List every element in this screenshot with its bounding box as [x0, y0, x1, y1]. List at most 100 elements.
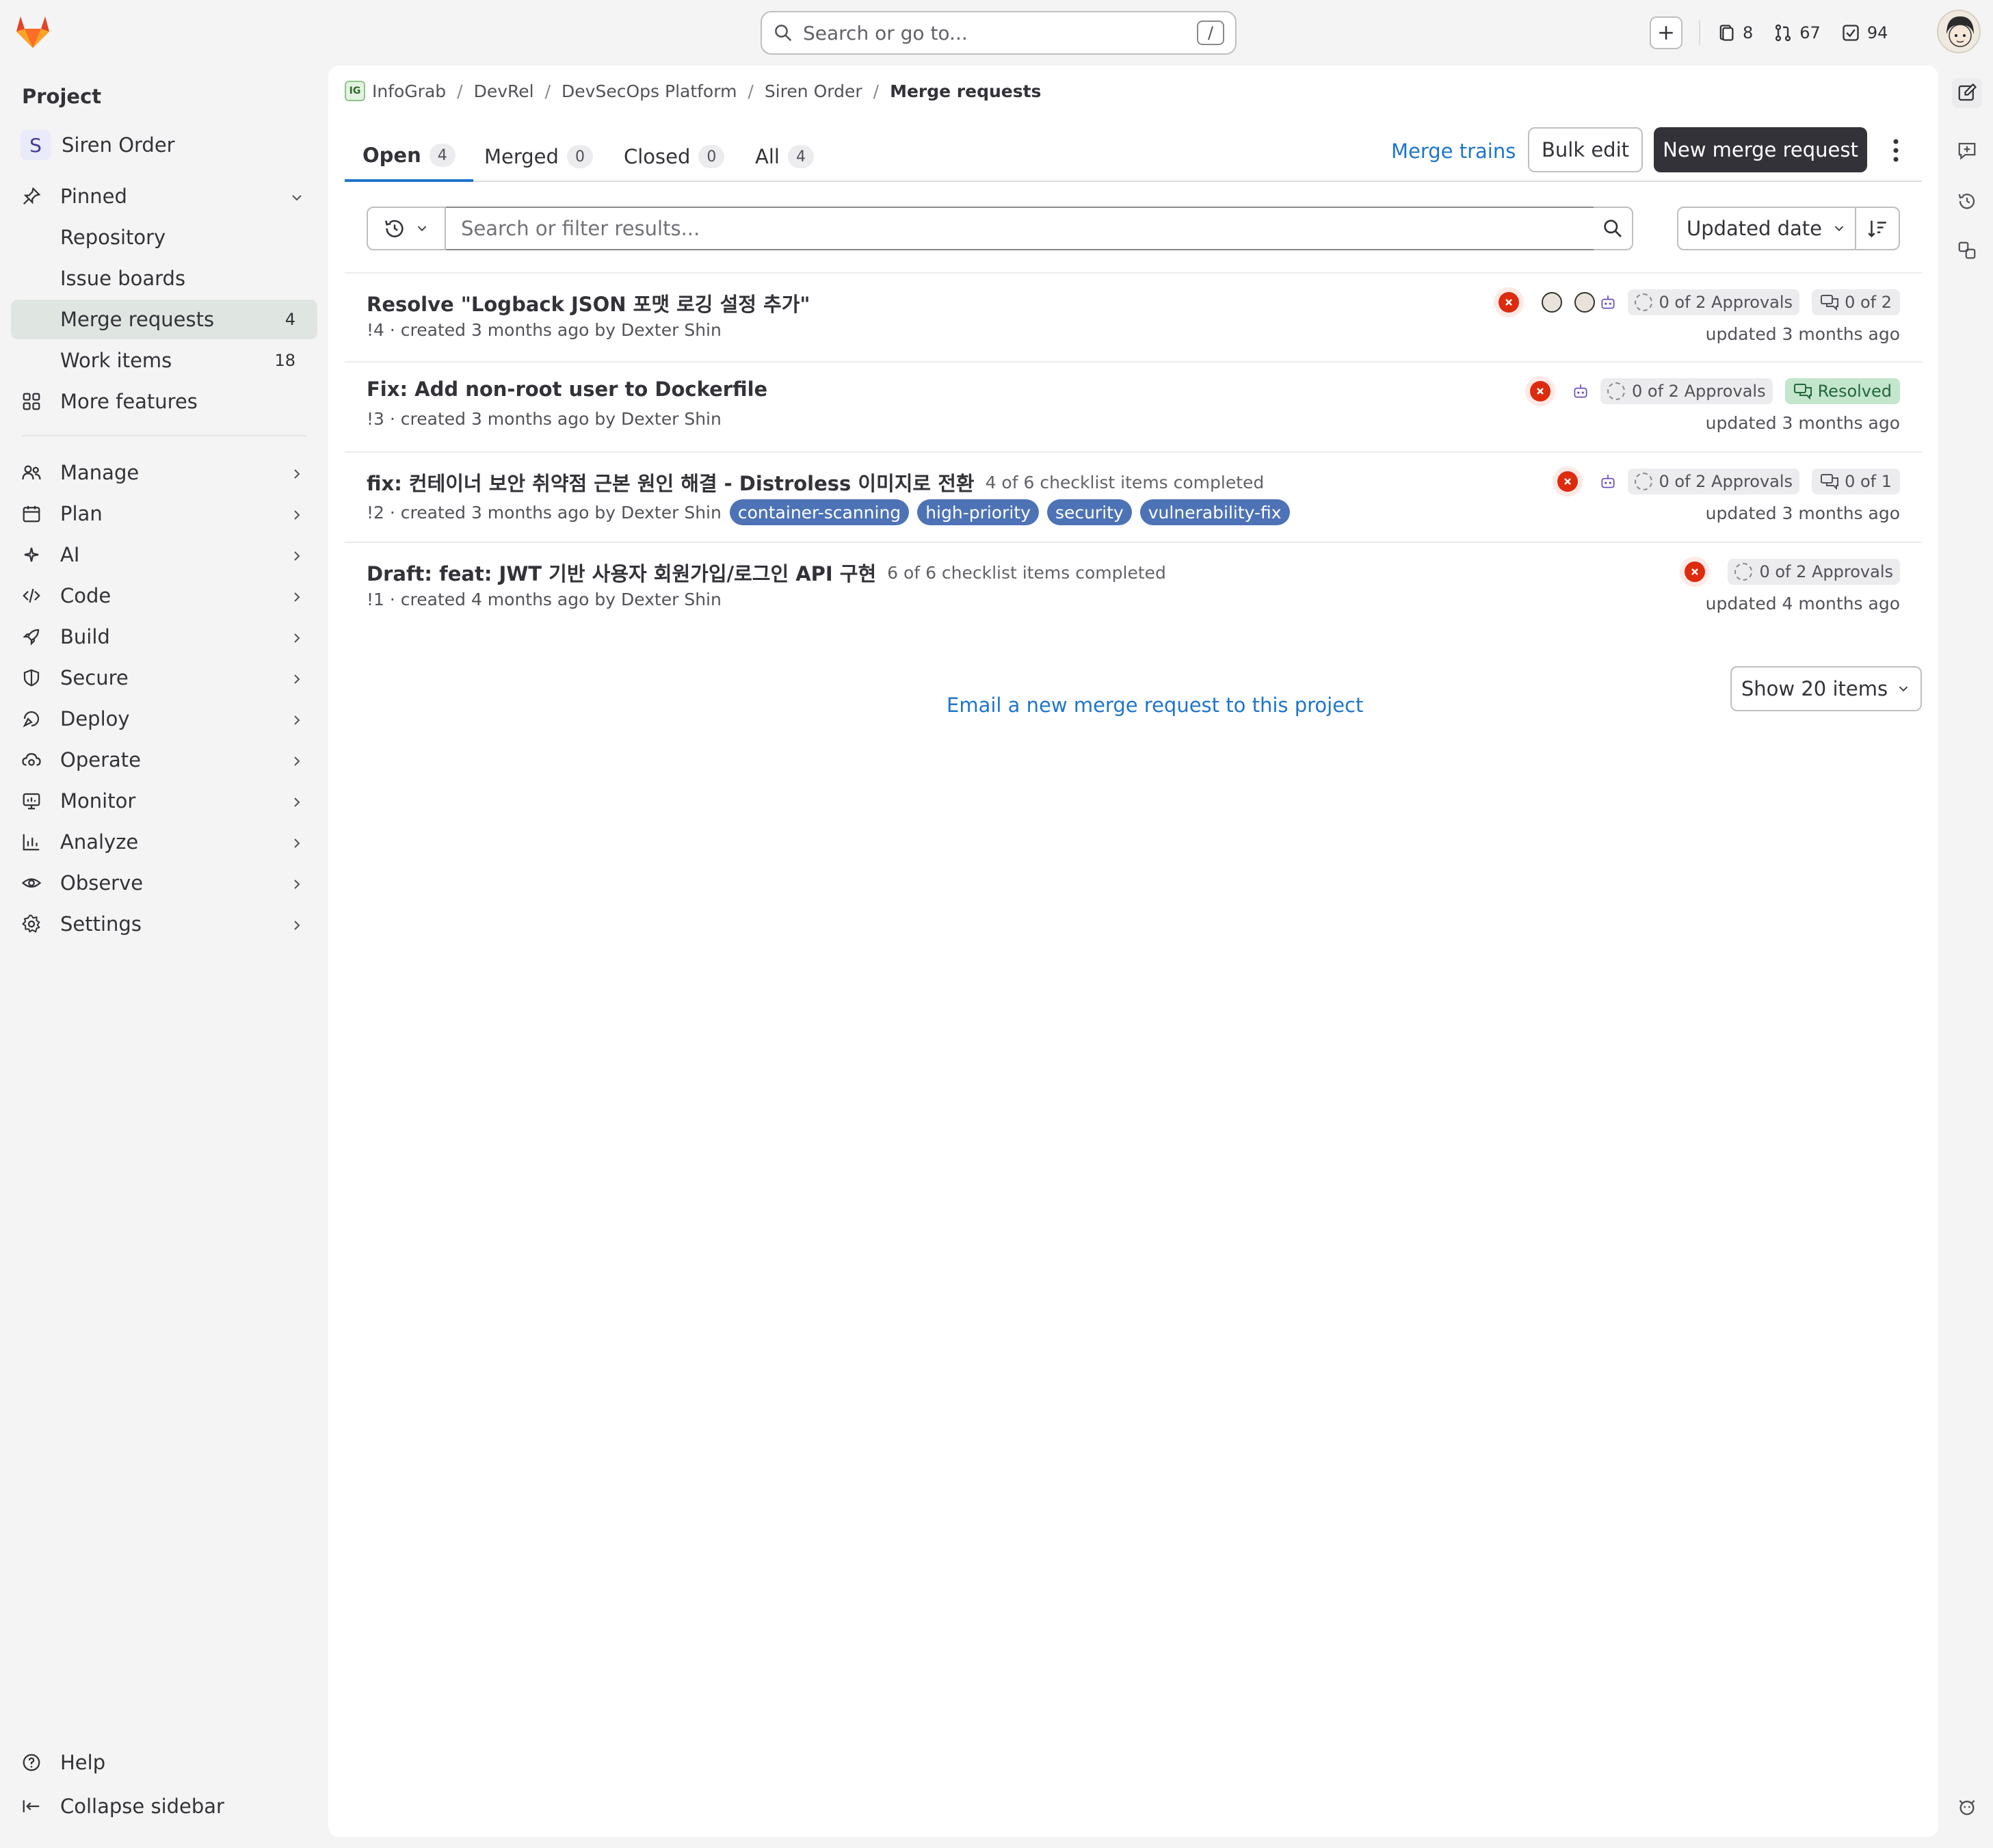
recent-searches-button[interactable] [367, 207, 446, 250]
table-row: fix: 컨테이너 보안 취약점 근본 원인 해결 - Distroless 이… [345, 453, 1922, 543]
tab-all[interactable]: All 4 [737, 131, 832, 182]
merge-request-list: Resolve "Logback JSON 포맷 로깅 설정 추가" !4 · … [345, 272, 1922, 633]
filter-bar: Search or filter results... [367, 207, 1633, 250]
sidebar-item-manage[interactable]: Manage [11, 453, 317, 492]
global-search-input[interactable]: Search or go to... / [761, 11, 1237, 55]
filter-search-input[interactable]: Search or filter results... [446, 207, 1624, 250]
sidebar-item-deploy[interactable]: Deploy [11, 699, 317, 739]
sort-by-dropdown[interactable]: Updated date [1677, 207, 1856, 250]
mr-title-link[interactable]: Draft: feat: JWT 기반 사용자 회원가입/로그인 API 구현 [367, 558, 876, 587]
mr-title-link[interactable]: fix: 컨테이너 보안 취약점 근본 원인 해결 - Distroless 이… [367, 468, 975, 497]
comments-badge[interactable]: 0 of 2 [1812, 289, 1900, 315]
breadcrumb-item[interactable]: DevRel [474, 81, 534, 101]
sort-direction-button[interactable] [1855, 207, 1900, 250]
breadcrumb-current[interactable]: Merge requests [890, 81, 1041, 101]
user-avatar[interactable] [1937, 10, 1981, 53]
sidebar-item-label: Analyze [60, 830, 139, 854]
sidebar-item-secure[interactable]: Secure [11, 658, 317, 698]
sidebar-item-plan[interactable]: Plan [11, 494, 317, 533]
sidebar-item-repository[interactable]: Repository [11, 217, 317, 257]
help-button[interactable]: Help [11, 1743, 317, 1782]
comments-badge[interactable]: 0 of 1 [1812, 468, 1900, 494]
approval-pending-icon [1634, 473, 1652, 490]
pipeline-failed-icon[interactable] [1493, 287, 1524, 317]
sidebar-item-settings[interactable]: Settings [11, 904, 317, 944]
review-comments-icon[interactable] [1953, 137, 1981, 164]
merge-trains-link[interactable]: Merge trains [1391, 129, 1516, 174]
chevron-right-icon [289, 874, 305, 897]
snippet-icon[interactable] [1953, 237, 1981, 264]
sidebar-item-ai[interactable]: AI [11, 535, 317, 575]
sidebar-item-code[interactable]: Code [11, 576, 317, 616]
label-badge[interactable]: container-scanning [729, 499, 910, 525]
email-new-mr-link[interactable]: Email a new merge request to this projec… [947, 694, 1363, 717]
issues-counter-button[interactable]: 8 [1717, 23, 1753, 42]
pipeline-failed-icon[interactable] [1552, 466, 1583, 497]
resolved-badge[interactable]: Resolved [1784, 378, 1900, 404]
approvals-badge[interactable]: 0 of 2 Approvals [1728, 559, 1900, 585]
history-icon[interactable] [1953, 187, 1981, 215]
sparkle-icon [21, 544, 42, 566]
approvals-badge[interactable]: 0 of 2 Approvals [1627, 289, 1800, 315]
sidebar-item-observe[interactable]: Observe [11, 863, 317, 903]
pipeline-failed-icon[interactable] [1680, 557, 1711, 587]
chart-icon [21, 831, 42, 853]
tab-merged[interactable]: Merged 0 [466, 131, 611, 182]
approvals-badge[interactable]: 0 of 2 Approvals [1600, 378, 1773, 404]
page-size-dropdown[interactable]: Show 20 items [1730, 666, 1922, 711]
edit-icon[interactable] [1952, 78, 1982, 108]
label-badge[interactable]: high-priority [917, 499, 1039, 525]
tab-label: All [755, 145, 780, 168]
sidebar-item-operate[interactable]: Operate [11, 740, 317, 780]
chevron-down-icon [1834, 226, 1844, 232]
assignee-avatar[interactable] [1541, 292, 1562, 313]
label-badge[interactable]: vulnerability-fix [1139, 499, 1290, 525]
sidebar-item-build[interactable]: Build [11, 617, 317, 657]
table-row: Resolve "Logback JSON 포맷 로깅 설정 추가" !4 · … [345, 272, 1922, 362]
sidebar-item-merge-requests[interactable]: Merge requests 4 [11, 300, 317, 339]
mr-updated: updated 4 months ago [1705, 594, 1900, 613]
sidebar: Project S Siren Order Pinned Repository … [0, 66, 328, 1848]
mr-title-link[interactable]: Fix: Add non-root user to Dockerfile [367, 378, 767, 401]
mr-title-link[interactable]: Resolve "Logback JSON 포맷 로깅 설정 추가" [367, 289, 810, 317]
breadcrumb-item[interactable]: InfoGrab [372, 81, 446, 101]
merge-requests-counter-button[interactable]: 67 [1773, 23, 1821, 42]
more-actions-icon[interactable] [1882, 134, 1910, 167]
sidebar-item-work-items[interactable]: Work items 18 [11, 341, 317, 380]
approvals-badge[interactable]: 0 of 2 Approvals [1627, 468, 1800, 494]
duo-chat-icon[interactable] [1953, 1793, 1981, 1821]
pipeline-failed-icon[interactable] [1525, 376, 1556, 406]
calendar-icon [21, 503, 42, 525]
tab-closed[interactable]: Closed 0 [606, 131, 742, 182]
create-new-button[interactable] [1650, 16, 1682, 49]
todos-counter-button[interactable]: 94 [1841, 23, 1888, 42]
comments-icon [1821, 474, 1839, 490]
reviewer-avatar[interactable] [1574, 292, 1595, 313]
help-label: Help [60, 1751, 106, 1774]
merge-requests-count: 67 [1799, 23, 1821, 42]
sidebar-item-analyze[interactable]: Analyze [11, 822, 317, 862]
sort-label: Updated date [1686, 217, 1823, 240]
tab-open[interactable]: Open 4 [345, 131, 473, 182]
tab-label: Open [362, 144, 421, 167]
new-merge-request-button[interactable]: New merge request [1654, 127, 1867, 172]
bot-reviewer-icon[interactable] [1570, 381, 1591, 401]
breadcrumb-item[interactable]: DevSecOps Platform [562, 81, 737, 101]
bot-reviewer-icon[interactable] [1598, 292, 1618, 313]
collapse-sidebar-button[interactable]: Collapse sidebar [11, 1786, 317, 1826]
sidebar-item-issue-boards[interactable]: Issue boards [11, 259, 317, 298]
bot-reviewer-icon[interactable] [1598, 471, 1618, 492]
label-badge[interactable]: security [1046, 499, 1132, 525]
issues-count: 8 [1743, 23, 1754, 42]
approvals-text: 0 of 2 Approvals [1632, 382, 1766, 401]
sidebar-item-monitor[interactable]: Monitor [11, 781, 317, 821]
breadcrumb-item[interactable]: Siren Order [765, 81, 862, 101]
chevron-right-icon [289, 833, 305, 856]
bulk-edit-button[interactable]: Bulk edit [1528, 127, 1643, 172]
sidebar-pinned-toggle[interactable]: Pinned [11, 176, 317, 216]
filter-search-button[interactable] [1594, 207, 1633, 250]
gitlab-logo-icon[interactable] [14, 14, 52, 52]
sidebar-item-more-features[interactable]: More features [11, 382, 317, 421]
mr-updated: updated 3 months ago [1705, 324, 1900, 344]
sidebar-project-link[interactable]: S Siren Order [11, 126, 317, 164]
